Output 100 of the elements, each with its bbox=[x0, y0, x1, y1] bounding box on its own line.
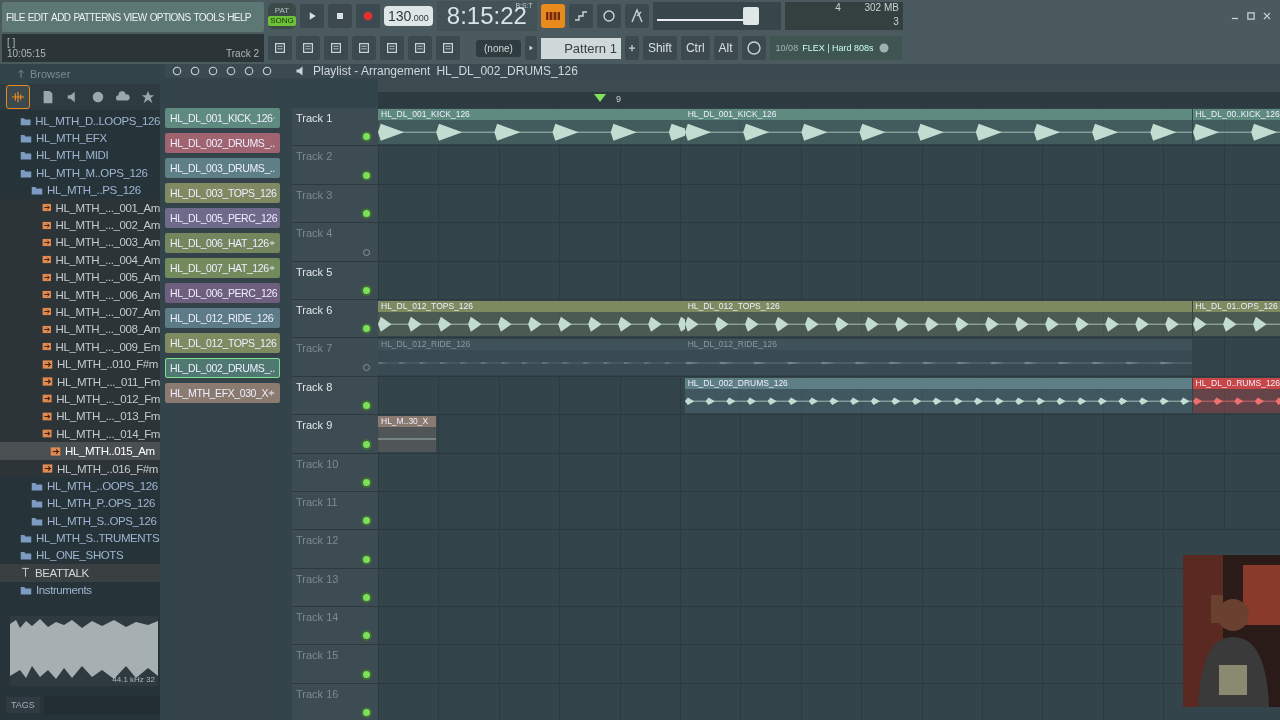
audio-clip[interactable]: HL_DL_00..KICK_126 bbox=[1192, 109, 1280, 145]
track-mute-led[interactable] bbox=[363, 286, 370, 294]
browser-item[interactable]: HL_MTH_S..OPS_126 bbox=[0, 512, 160, 530]
browser-item[interactable]: BEATTALK bbox=[0, 564, 160, 582]
pattern-clip-item[interactable]: HL_DL_007_HAT_126 bbox=[165, 258, 280, 278]
menu-item[interactable]: ADD bbox=[51, 11, 71, 23]
browser-item[interactable]: HL_MTH_..PS_126 bbox=[0, 181, 160, 199]
news-panel[interactable]: 10/08 FLEX | Hard 808s bbox=[769, 36, 902, 60]
track-header[interactable]: Track 10 bbox=[292, 453, 378, 492]
track-mute-led[interactable] bbox=[363, 402, 370, 410]
toolbar-button[interactable] bbox=[408, 36, 432, 60]
toolbar-button[interactable] bbox=[296, 36, 320, 60]
menu-item[interactable]: EDIT bbox=[27, 11, 49, 23]
stop-button[interactable] bbox=[328, 4, 352, 28]
toolbar-button[interactable] bbox=[268, 36, 292, 60]
track-header[interactable]: Track 5 bbox=[292, 261, 378, 300]
audio-clip[interactable]: HL_DL_01..OPS_126 bbox=[1192, 300, 1280, 337]
track-lane[interactable]: HL_DL_001_KICK_126 HL_DL_001_KICK_126 HL_DL_00..KICK_126 bbox=[378, 108, 1280, 147]
channel-dropdown[interactable]: (none) bbox=[476, 39, 521, 57]
track-mute-led[interactable] bbox=[363, 210, 370, 218]
song-mode-switch[interactable]: PAT SONG bbox=[268, 3, 296, 29]
audio-clip[interactable]: HL_DL_001_KICK_126 bbox=[684, 109, 1193, 145]
track-header[interactable]: Track 11 bbox=[292, 491, 378, 531]
browser-item[interactable]: HL_MTH_..OOPS_126 bbox=[0, 477, 160, 495]
browser-item[interactable]: HL_MTH_..._002_Am bbox=[0, 216, 160, 234]
tempo-field[interactable]: 130.000 bbox=[384, 6, 433, 26]
audio-clip[interactable]: HL_DL_012_TOPS_126 bbox=[684, 300, 1193, 337]
modifier-key-button[interactable]: Alt bbox=[713, 36, 738, 60]
toolbar-button[interactable] bbox=[352, 36, 376, 60]
menu-item[interactable]: TOOLS bbox=[193, 11, 225, 23]
menu-item[interactable]: PATTERNS bbox=[73, 11, 121, 23]
pattern-clip-item[interactable]: HL_DL_012_TOPS_126 bbox=[165, 333, 280, 353]
restore-icon[interactable] bbox=[1246, 11, 1256, 21]
browser-item[interactable]: HL_MTH_M..OPS_126 bbox=[0, 164, 160, 182]
track-header[interactable]: Track 6 bbox=[292, 299, 378, 339]
track-header[interactable]: Track 3 bbox=[292, 184, 378, 224]
browser-item[interactable]: HL_MTH_MIDI bbox=[0, 146, 160, 165]
pattern-clip-item[interactable]: HL_DL_005_PERC_126 bbox=[165, 208, 280, 228]
audio-clip[interactable]: HL_DL_012_RIDE_126 bbox=[378, 339, 685, 375]
track-lane[interactable]: HL_DL_012_RIDE_126 HL_DL_012_RIDE_126 bbox=[378, 338, 1280, 377]
audio-clip[interactable]: HL_DL_012_RIDE_126 bbox=[684, 339, 1193, 375]
track-mute-led[interactable] bbox=[363, 171, 370, 179]
modifier-key-button[interactable]: Ctrl bbox=[680, 36, 710, 60]
pattern-clip-item[interactable]: HL_DL_002_DRUMS_.. bbox=[165, 133, 280, 153]
track-mute-led[interactable] bbox=[363, 133, 370, 141]
pattern-clip-item[interactable]: HL_MTH_EFX_030_X bbox=[165, 383, 280, 403]
modifier-key-button[interactable]: Shift bbox=[642, 36, 677, 60]
audio-clip[interactable]: HL_DL_0..RUMS_126 bbox=[1192, 377, 1280, 414]
browser-item[interactable]: HL_MTH_..._004_Am bbox=[0, 251, 160, 269]
menu-item[interactable]: HELP bbox=[227, 11, 251, 23]
tags-button[interactable]: TAGS bbox=[6, 697, 40, 713]
play-icon[interactable] bbox=[526, 44, 535, 52]
track-mute-led[interactable] bbox=[363, 478, 370, 486]
browser-item[interactable]: HL_MTH_..._014_Fm bbox=[0, 425, 160, 443]
track-header[interactable]: Track 9 bbox=[292, 415, 378, 454]
track-mute-led[interactable] bbox=[363, 325, 370, 333]
track-header[interactable]: Track 12 bbox=[292, 530, 378, 569]
waveform-icon[interactable] bbox=[10, 90, 25, 104]
pattern-clip-item[interactable]: HL_DL_002_DRUMS_.. bbox=[165, 358, 280, 378]
slider-thumb[interactable] bbox=[743, 7, 760, 25]
browser-item[interactable]: HL_MTH..015_Am bbox=[0, 442, 160, 460]
up-arrow-icon[interactable] bbox=[16, 69, 26, 79]
globe-icon[interactable] bbox=[90, 90, 105, 104]
playhead-marker-icon[interactable] bbox=[594, 94, 606, 102]
pattern-arrow-button[interactable] bbox=[524, 36, 537, 60]
browser-tab[interactable] bbox=[5, 85, 30, 109]
pattern-clip-item[interactable]: HL_DL_001_KICK_126 bbox=[165, 108, 280, 128]
track-lane[interactable]: HL_DL_012_TOPS_126 HL_DL_012_TOPS_126 HL_DL_01..OPS_126 bbox=[378, 299, 1280, 339]
browser-item[interactable]: Instruments bbox=[0, 581, 160, 599]
track-mute-led[interactable] bbox=[363, 517, 370, 525]
track-mute-led[interactable] bbox=[363, 670, 370, 678]
stop-icon[interactable] bbox=[334, 10, 346, 22]
pattern-selector[interactable]: Pattern 1 bbox=[540, 37, 621, 59]
pattern-clip-item[interactable]: HL_DL_003_DRUMS_.. bbox=[165, 158, 280, 178]
toolbar-button[interactable] bbox=[436, 36, 460, 60]
toolbar-button[interactable] bbox=[324, 36, 348, 60]
close-icon[interactable] bbox=[1262, 11, 1272, 21]
pattern-clip-item[interactable]: HL_DL_012_RIDE_126 bbox=[165, 308, 280, 328]
track-lane[interactable]: HL_DL_002_DRUMS_126 HL_DL_0..RUMS_126 bbox=[378, 376, 1280, 416]
audio-clip[interactable]: HL_DL_002_DRUMS_126 bbox=[684, 377, 1193, 414]
pattern-clip-item[interactable]: HL_DL_006_PERC_126 bbox=[165, 283, 280, 303]
menu-item[interactable]: OPTIONS bbox=[149, 11, 191, 23]
master-volume-slider[interactable] bbox=[652, 2, 781, 30]
menu-item[interactable]: VIEW bbox=[123, 11, 147, 23]
track-header[interactable]: Track 14 bbox=[292, 607, 378, 646]
browser-item[interactable]: HL_MTH_..._001_Am bbox=[0, 198, 160, 217]
track-mute-led[interactable] bbox=[363, 440, 370, 448]
track-mute-led[interactable] bbox=[363, 594, 370, 602]
browser-item[interactable]: HL_ONE_SHOTS bbox=[0, 546, 160, 565]
track-header[interactable]: Track 1 bbox=[292, 108, 378, 147]
browser-item[interactable]: HL_MTH_EFX bbox=[0, 129, 160, 147]
browser-item[interactable]: HL_MTH_S..TRUMENTS bbox=[0, 529, 160, 547]
star-icon[interactable] bbox=[140, 90, 155, 104]
toolbar-button[interactable] bbox=[380, 36, 404, 60]
track-mute-led[interactable] bbox=[363, 632, 370, 640]
plus-icon[interactable] bbox=[626, 43, 637, 53]
track-header[interactable]: Track 13 bbox=[292, 568, 378, 608]
add-pattern-button[interactable] bbox=[624, 36, 639, 60]
track-header[interactable]: Track 4 bbox=[292, 223, 378, 262]
track-header[interactable]: Track 2 bbox=[292, 146, 378, 185]
